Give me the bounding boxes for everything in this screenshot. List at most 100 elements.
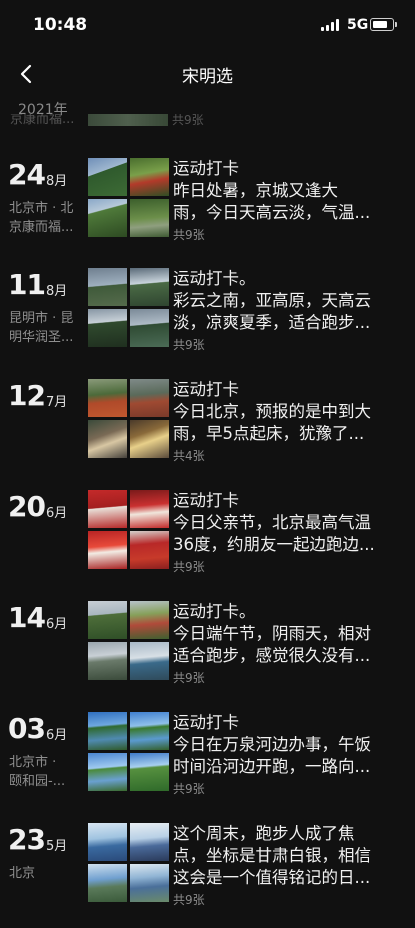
photo-thumbnail[interactable]	[130, 309, 169, 347]
entry-month: 8月	[46, 174, 68, 189]
entry-text: 运动打卡。彩云之南，亚高原，天高云 淡，凉爽夏季，适合跑步...	[173, 268, 388, 334]
photo-thumbnail[interactable]	[130, 531, 169, 569]
network-label: 5G	[347, 17, 369, 33]
photo-thumbnail[interactable]	[88, 864, 127, 902]
thumbnail-grid[interactable]	[88, 268, 169, 347]
entry-day: 24	[8, 158, 46, 191]
entry-location-line: 北京市 · 北	[9, 201, 74, 216]
entry-text-block[interactable]: 运动打卡 今日父亲节，北京最高气温 36度，约朋友一起边跑边...	[173, 490, 388, 556]
photo-thumbnail[interactable]	[88, 379, 127, 417]
entry-location-line: 昆明市 · 昆	[9, 311, 74, 326]
thumbnail-grid[interactable]	[88, 379, 169, 458]
entry-month: 6月	[46, 506, 68, 521]
timeline-entry[interactable]: 14 6月 运动打卡。 今日端午节，阴雨天，相对 适合跑步，感觉很久没有... 共9张	[0, 601, 415, 706]
entry-text-line: 今日北京，预报的是中到大	[173, 402, 371, 421]
entry-text: 运动打卡。 今日端午节，阴雨天，相对 适合跑步，感觉很久没有...	[173, 601, 388, 667]
photo-thumbnail[interactable]	[88, 199, 127, 237]
entry-text-line: 这会是一个值得铭记的日...	[173, 868, 371, 887]
entry-text-line: 运动打卡	[173, 380, 239, 399]
entry-text-line: 点，坐标是甘肃白银，相信	[173, 846, 371, 865]
entry-day: 14	[8, 601, 46, 634]
photo-thumbnail[interactable]	[130, 268, 169, 306]
entry-text-line: 适合跑步，感觉很久没有...	[173, 646, 371, 665]
entry-day: 20	[8, 490, 46, 523]
entry-day: 11	[8, 268, 46, 301]
timeline-entry[interactable]: 03 6月 北京市 · 颐和园-... 运动打卡 今日在万泉河边办事，午饭 时间沿河边开跑，…	[0, 712, 415, 817]
entry-text-line: 淡，凉爽夏季，适合跑步...	[173, 313, 371, 332]
photo-thumbnail[interactable]	[130, 712, 169, 750]
entry-text: 运动打卡 今日在万泉河边办事，午饭 时间沿河边开跑，一路向...	[173, 712, 388, 778]
entry-text-line: 时间沿河边开跑，一路向...	[173, 757, 371, 776]
photo-count: 共9张	[173, 671, 205, 685]
photo-thumbnail[interactable]	[88, 642, 127, 680]
entry-location: 北京市 · 北京康而福...	[9, 199, 85, 237]
entry-day: 23	[8, 823, 46, 856]
entry-text-line: 雨，早5点起床，犹豫了...	[173, 424, 365, 443]
photo-thumbnail[interactable]	[130, 158, 169, 196]
entry-text-block[interactable]: 运动打卡 今日在万泉河边办事，午饭 时间沿河边开跑，一路向...	[173, 712, 388, 778]
entry-text: 这个周末，跑步人成了焦 点，坐标是甘肃白银，相信 这会是一个值得铭记的日...	[173, 823, 388, 889]
entry-text-block[interactable]: 这个周末，跑步人成了焦 点，坐标是甘肃白银，相信 这会是一个值得铭记的日...	[173, 823, 388, 889]
entry-location-line: 北京	[9, 866, 36, 881]
entry-month: 5月	[46, 839, 68, 854]
entry-location: 北京市 · 颐和园-...	[9, 753, 85, 791]
photo-thumbnail[interactable]	[130, 642, 169, 680]
timeline-entry[interactable]: 23 5月 北京 这个周末，跑步人成了焦 点，坐标是甘肃白银，相信 这会是一个值得铭记的日…	[0, 823, 415, 928]
thumbnail-grid[interactable]	[88, 490, 169, 569]
photo-thumbnail[interactable]	[88, 531, 127, 569]
clipped-count: 共9张	[172, 114, 204, 126]
signal-bars-icon	[321, 19, 341, 31]
timeline-entry[interactable]: 12 7月 运动打卡 今日北京，预报的是中到大 雨，早5点起床，犹豫了... 共4张	[0, 379, 415, 484]
entry-text: 运动打卡 昨日处暑，京城又逢大 雨，今日天高云淡，气温...	[173, 158, 388, 224]
entry-text-line: 彩云之南，亚高原，天高云	[173, 291, 371, 310]
entry-location-line: 京康而福...	[9, 220, 74, 235]
photo-thumbnail[interactable]	[88, 823, 127, 861]
status-time: 10:48	[33, 15, 88, 35]
photo-thumbnail[interactable]	[88, 309, 127, 347]
entry-text-block[interactable]: 运动打卡。彩云之南，亚高原，天高云 淡，凉爽夏季，适合跑步...	[173, 268, 388, 334]
entry-text-line: 运动打卡	[173, 491, 239, 510]
photo-thumbnail[interactable]	[130, 753, 169, 791]
entry-text-line: 昨日处暑，京城又逢大	[173, 181, 338, 200]
photo-count: 共9张	[173, 782, 205, 796]
photo-thumbnail[interactable]	[88, 712, 127, 750]
entry-month: 6月	[46, 617, 68, 632]
timeline-entry[interactable]: 24 8月北京市 · 北京康而福... 运动打卡 昨日处暑，京城又逢大 雨，今日天高云…	[0, 158, 415, 263]
entry-text-line: 运动打卡。	[173, 269, 256, 288]
page-title: 宋明选	[182, 67, 233, 87]
photo-thumbnail[interactable]	[130, 823, 169, 861]
photo-thumbnail[interactable]	[130, 420, 169, 458]
photo-thumbnail[interactable]	[130, 379, 169, 417]
photo-thumbnail[interactable]	[130, 601, 169, 639]
timeline-entry[interactable]: 20 6月 运动打卡 今日父亲节，北京最高气温 36度，约朋友一起边跑边... 共9张	[0, 490, 415, 595]
entry-location-line: 明华润圣...	[9, 330, 74, 345]
clipped-thumbnails	[88, 114, 168, 126]
thumbnail-grid[interactable]	[88, 823, 169, 902]
entry-text-block[interactable]: 运动打卡今日北京，预报的是中到大 雨，早5点起床，犹豫了...	[173, 379, 388, 445]
entry-text-block[interactable]: 运动打卡。 今日端午节，阴雨天，相对 适合跑步，感觉很久没有...	[173, 601, 388, 667]
thumbnail-grid[interactable]	[88, 601, 169, 680]
entry-location-line: 颐和园-...	[9, 774, 66, 789]
photo-thumbnail[interactable]	[130, 864, 169, 902]
photo-thumbnail[interactable]	[88, 490, 127, 528]
entry-location-line: 北京市 ·	[9, 755, 57, 770]
status-bar: 10:48 5G	[0, 0, 415, 50]
thumbnail-grid[interactable]	[88, 712, 169, 791]
photo-thumbnail[interactable]	[88, 601, 127, 639]
battery-icon	[370, 18, 397, 31]
entry-text-line: 运动打卡	[173, 713, 239, 732]
photo-thumbnail[interactable]	[130, 199, 169, 237]
thumbnail-grid[interactable]	[88, 158, 169, 237]
entry-location: 北京	[9, 864, 85, 883]
timeline-entry[interactable]: 11 8月 昆明市 · 昆明华润圣... 运动打卡。 彩云之南，亚高原，天高云 淡，凉爽夏…	[0, 268, 415, 373]
photo-thumbnail[interactable]	[88, 753, 127, 791]
photo-count: 共9张	[173, 338, 205, 352]
entry-text-line: 36度，约朋友一起边跑边...	[173, 535, 375, 554]
nav-bar: 宋明选	[0, 50, 415, 98]
photo-thumbnail[interactable]	[88, 420, 127, 458]
entry-month: 7月	[46, 395, 68, 410]
photo-thumbnail[interactable]	[88, 158, 127, 196]
photo-thumbnail[interactable]	[88, 268, 127, 306]
entry-text-block[interactable]: 运动打卡 昨日处暑，京城又逢大 雨，今日天高云淡，气温...	[173, 158, 388, 224]
photo-thumbnail[interactable]	[130, 490, 169, 528]
